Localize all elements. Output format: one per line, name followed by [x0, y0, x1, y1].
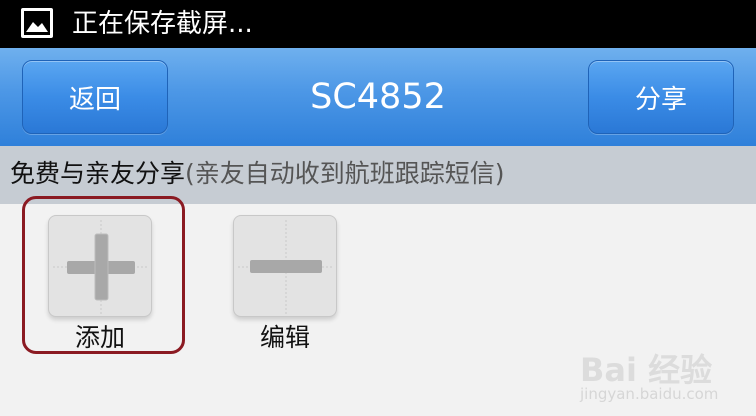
add-label: 添加: [74, 323, 125, 352]
minus-icon: [238, 220, 334, 314]
plus-icon: [53, 220, 149, 314]
title-bar: SC4852 返回 分享: [0, 48, 756, 146]
status-bar: 正在保存截屏...: [0, 0, 756, 48]
status-notification-text: 正在保存截屏...: [72, 9, 253, 39]
share-section-header: 免费与亲友分享(亲友自动收到航班跟踪短信): [0, 146, 756, 204]
watermark-url: jingyan.baidu.com: [580, 385, 719, 403]
share-button[interactable]: 分享: [588, 60, 734, 134]
section-subtitle: (亲友自动收到航班跟踪短信): [185, 159, 505, 188]
watermark: Bai 经验 jingyan.baidu.com: [580, 345, 750, 410]
section-title: 免费与亲友分享: [10, 159, 186, 188]
back-button[interactable]: 返回: [22, 60, 168, 134]
add-button[interactable]: [48, 215, 152, 317]
image-icon: [21, 8, 53, 38]
edit-label: 编辑: [259, 323, 310, 352]
edit-button[interactable]: [233, 215, 337, 317]
